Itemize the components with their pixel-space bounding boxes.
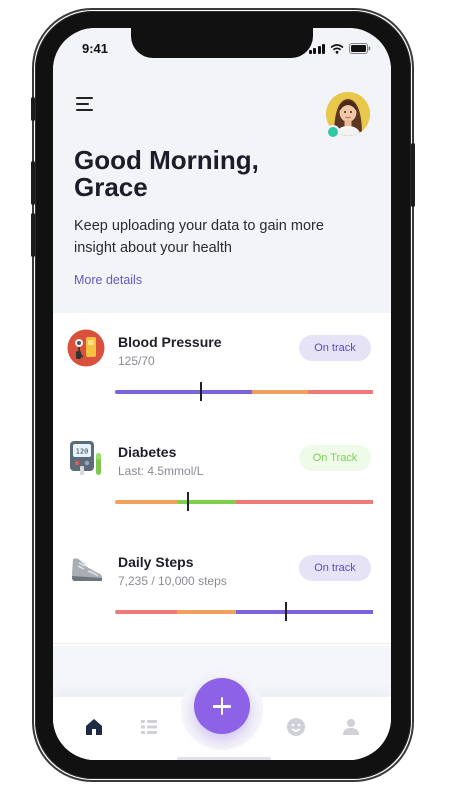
range-segment <box>115 390 252 394</box>
blood-pressure-monitor-icon <box>67 329 105 367</box>
mute-switch <box>31 97 35 121</box>
range-segment <box>236 500 373 504</box>
card-title: Blood Pressure <box>118 334 222 350</box>
greeting-line-1: Good Morning, <box>74 145 259 175</box>
range-segment <box>236 610 373 614</box>
online-status-dot <box>326 125 340 139</box>
volume-down-button <box>31 213 35 257</box>
range-segment <box>308 390 373 394</box>
svg-text:120: 120 <box>76 448 89 456</box>
greeting-subtext: Keep uploading your data to gain more in… <box>74 218 324 256</box>
home-icon[interactable] <box>84 717 104 737</box>
range-bar <box>115 602 373 621</box>
status-badge[interactable]: On track <box>299 555 371 581</box>
profile-icon[interactable] <box>341 717 361 737</box>
sneaker-icon <box>72 558 103 581</box>
status-badge[interactable]: On track <box>299 335 371 361</box>
range-segment <box>176 500 237 504</box>
range-marker <box>200 382 202 401</box>
add-icon[interactable] <box>194 678 250 734</box>
range-segment <box>176 610 237 614</box>
range-segment <box>115 500 177 504</box>
home-indicator <box>177 757 271 760</box>
header-section: Good Morning, Grace Keep uploading your … <box>53 28 391 313</box>
battery-icon <box>349 43 371 54</box>
app-screen: Good Morning, Grace Keep uploading your … <box>53 28 391 760</box>
range-marker <box>285 602 287 621</box>
card-value: 125/70 <box>118 354 155 368</box>
range-marker <box>187 492 189 511</box>
status-time: 9:41 <box>82 41 109 56</box>
card-title: Daily Steps <box>118 554 194 570</box>
range-bar <box>115 382 373 401</box>
diabetes-card[interactable]: 120 Diabetes Last: 4.5mmol/L On Track <box>53 423 391 534</box>
status-icons <box>308 43 372 54</box>
status-badge[interactable]: On Track <box>299 445 371 471</box>
volume-up-button <box>31 161 35 205</box>
greeting-line-2: Grace <box>74 172 148 202</box>
wifi-icon <box>330 43 344 54</box>
range-bar <box>115 492 373 511</box>
more-details-link[interactable]: More details <box>74 273 142 287</box>
power-button <box>411 143 415 207</box>
glucose-meter-icon: 120 <box>70 441 101 475</box>
greeting-title: Good Morning, Grace <box>74 147 334 201</box>
cellular-signal-icon <box>308 43 325 54</box>
card-value: Last: 4.5mmol/L <box>118 464 204 478</box>
status-bar: 9:41 <box>53 28 391 68</box>
daily-steps-card[interactable]: Daily Steps 7,235 / 10,000 steps On trac… <box>53 533 391 644</box>
card-title: Diabetes <box>118 444 177 460</box>
range-segment <box>251 390 309 394</box>
smiley-icon[interactable] <box>286 717 306 737</box>
hamburger-menu-icon[interactable] <box>76 97 94 111</box>
blood-pressure-card[interactable]: Blood Pressure 125/70 On track <box>53 313 391 424</box>
card-value: 7,235 / 10,000 steps <box>118 574 227 588</box>
list-icon[interactable] <box>139 717 159 737</box>
range-segment <box>115 610 177 614</box>
phone-frame: Good Morning, Grace Keep uploading your … <box>31 8 415 782</box>
